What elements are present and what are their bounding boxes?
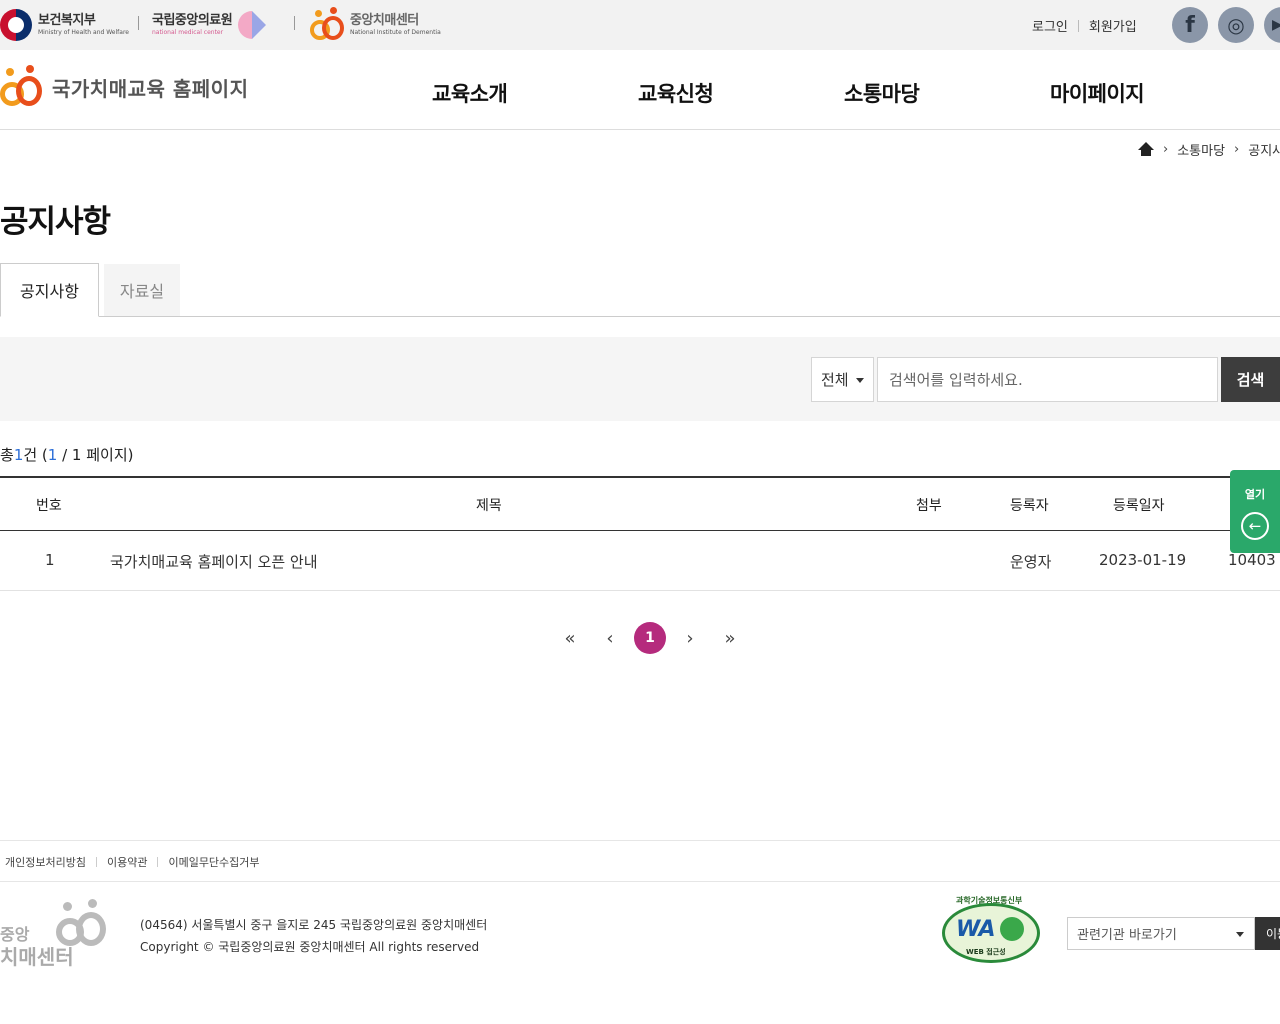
footer-links: 개인정보처리방침 이용약관 이메일무단수집거부	[5, 854, 260, 870]
divider	[1077, 19, 1079, 32]
related-sites-value: 관련기관 바로가기	[1077, 928, 1177, 943]
table-row-border	[0, 590, 1280, 591]
count-current-page: 1	[47, 446, 58, 464]
column-header-author: 등록자	[1010, 498, 1049, 514]
column-header-title: 제목	[476, 498, 502, 514]
arrow-left-icon: ←	[1241, 512, 1269, 540]
related-sites-select[interactable]: 관련기관 바로가기	[1067, 917, 1255, 950]
instagram-icon[interactable]: ◎	[1218, 7, 1254, 43]
privacy-policy-link[interactable]: 개인정보처리방침	[5, 854, 86, 870]
menu-education-intro[interactable]: 교육소개	[432, 78, 508, 108]
facebook-icon[interactable]: f	[1172, 7, 1208, 43]
search-button[interactable]: 검색	[1221, 357, 1280, 402]
mohw-name: 보건복지부	[38, 13, 96, 28]
table-top-border	[0, 476, 1280, 478]
site-title: 국가치매교육 홈페이지	[52, 76, 249, 101]
divider	[294, 16, 295, 30]
email-refusal-link[interactable]: 이메일무단수집거부	[168, 854, 259, 870]
dementia-center-emblem-icon	[310, 7, 344, 40]
count-page-total: / 1 페이지)	[57, 446, 134, 464]
pagination-prev-button[interactable]: ‹	[594, 622, 626, 654]
divider	[157, 857, 159, 867]
web-accessibility-mark: 과학기술정보통신부 WA WEB 접근성	[936, 895, 1048, 973]
count-prefix: 총	[0, 446, 14, 464]
caret-down-icon	[856, 378, 864, 383]
side-panel-open-button[interactable]: 열기 ←	[1230, 470, 1280, 553]
nid-name: 중앙치매센터	[350, 13, 419, 28]
terms-link[interactable]: 이용약관	[107, 854, 147, 870]
footer-divider	[0, 881, 1280, 882]
row-number: 1	[45, 551, 55, 569]
menu-community[interactable]: 소통마당	[844, 78, 920, 108]
page-title: 공지사항	[0, 204, 111, 240]
caret-down-icon	[1236, 932, 1244, 937]
column-header-number: 번호	[36, 498, 62, 514]
mohw-emblem-icon	[0, 9, 32, 41]
pagination-next-button[interactable]: ›	[674, 622, 706, 654]
search-area: 전체 검색	[0, 337, 1280, 421]
row-title-link[interactable]: 국가치매교육 홈페이지 오픈 안내	[110, 551, 318, 572]
menu-education-apply[interactable]: 교육신청	[638, 78, 714, 108]
row-date: 2023-01-19	[1099, 551, 1187, 569]
site-logo[interactable]: 국가치매교육 홈페이지	[0, 65, 249, 106]
count-unit: 건 (	[23, 446, 48, 464]
login-link[interactable]: 로그인	[1032, 16, 1068, 35]
pagination-page-1[interactable]: 1	[634, 622, 666, 654]
count-total: 1	[13, 446, 24, 464]
menu-mypage[interactable]: 마이페이지	[1050, 78, 1145, 108]
nid-logo[interactable]: 중앙치매센터 National Institute of Dementia	[310, 7, 441, 42]
divider	[138, 16, 139, 30]
nmc-logo[interactable]: 국립중앙의료원 national medical center	[152, 8, 267, 42]
divider	[95, 857, 97, 867]
member-links: 로그인 회원가입	[1032, 16, 1137, 35]
nmc-name: 국립중앙의료원	[152, 13, 233, 28]
utility-bar: 보건복지부 Ministry of Health and Welfare 국립중…	[0, 0, 1280, 50]
footer-info: (04564) 서울특별시 중구 을지로 245 국립중앙의료원 중앙치매센터 …	[140, 914, 487, 958]
dementia-center-emblem-icon	[56, 899, 106, 946]
mohw-logo[interactable]: 보건복지부 Ministry of Health and Welfare	[0, 8, 129, 42]
result-count: 총1건 (1 / 1 페이지)	[0, 444, 133, 465]
search-input[interactable]	[877, 357, 1218, 402]
row-views: 10403	[1228, 551, 1276, 569]
nmc-emblem-icon	[238, 11, 267, 39]
column-header-attachment: 첨부	[916, 498, 942, 514]
nid-sub: National Institute of Dementia	[350, 29, 441, 36]
dementia-center-emblem-icon	[0, 65, 42, 106]
tab-notice[interactable]: 공지사항	[0, 263, 99, 317]
breadcrumb-item-notice[interactable]: 공지사항	[1248, 140, 1280, 159]
related-sites-go-button[interactable]: 이동	[1255, 917, 1280, 950]
accessibility-icon	[1000, 917, 1024, 941]
footer-divider	[0, 840, 1280, 841]
pagination-last-button[interactable]: »	[714, 622, 746, 654]
join-link[interactable]: 회원가입	[1089, 16, 1137, 35]
tab-archive[interactable]: 자료실	[104, 264, 180, 316]
side-panel-label: 열기	[1244, 488, 1266, 501]
youtube-icon[interactable]: ▶	[1264, 7, 1280, 43]
row-author: 운영자	[1010, 553, 1052, 571]
breadcrumb: › 소통마당 › 공지사항	[1138, 140, 1280, 159]
nmc-sub: national medical center	[152, 29, 224, 36]
footer-logo-line2: 치매센터	[0, 945, 74, 969]
chevron-right-icon: ›	[1234, 142, 1240, 157]
footer-copyright: Copyright © 국립중앙의료원 중앙치매센터 All rights re…	[140, 940, 480, 954]
chevron-right-icon: ›	[1163, 142, 1169, 157]
wa-mark-text: WA	[956, 917, 996, 942]
footer-address: (04564) 서울특별시 중구 을지로 245 국립중앙의료원 중앙치매센터	[140, 918, 488, 932]
footer-logo: 중앙 치매센터	[0, 899, 110, 970]
search-category-select[interactable]: 전체	[811, 357, 874, 402]
breadcrumb-item-community[interactable]: 소통마당	[1177, 140, 1225, 159]
tabs-divider	[0, 316, 1280, 317]
table-header-border	[0, 530, 1280, 531]
wa-mark-sub-text: WEB 접근성	[966, 948, 1006, 956]
search-category-value: 전체	[821, 371, 849, 389]
mohw-sub: Ministry of Health and Welfare	[38, 29, 129, 36]
main-header: 국가치매교육 홈페이지 교육소개 교육신청 소통마당 마이페이지	[0, 50, 1280, 130]
pagination-first-button[interactable]: «	[554, 622, 586, 654]
column-header-date: 등록일자	[1113, 498, 1165, 514]
home-icon[interactable]	[1138, 141, 1154, 158]
